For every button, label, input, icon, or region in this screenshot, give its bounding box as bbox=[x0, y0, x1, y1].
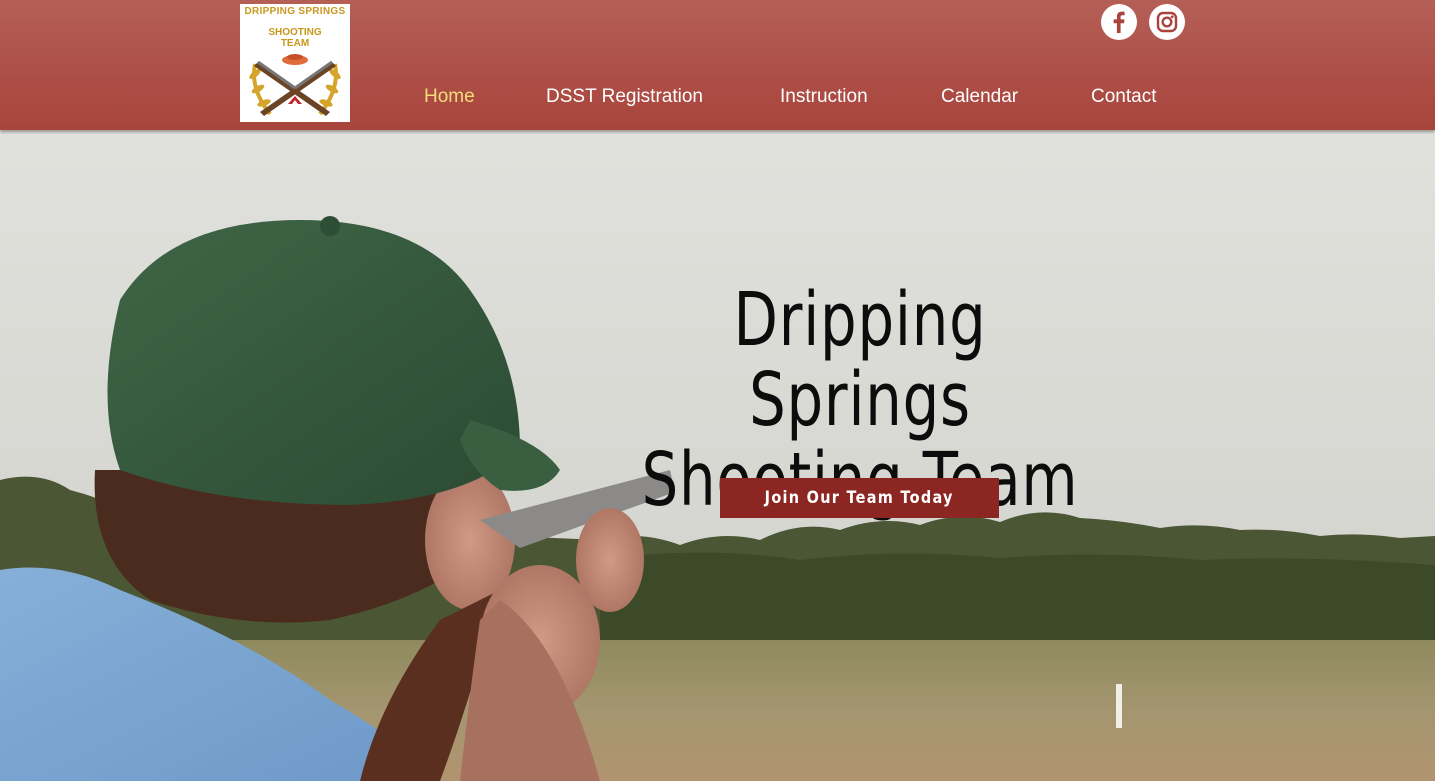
instagram-icon bbox=[1156, 11, 1178, 33]
crossed-shotguns-emblem bbox=[249, 54, 341, 116]
logo-text-middle: SHOOTING bbox=[268, 27, 322, 38]
logo-text-top: DRIPPING SPRINGS bbox=[244, 6, 346, 17]
facebook-link[interactable] bbox=[1101, 4, 1137, 40]
site-logo[interactable]: DRIPPING SPRINGS SHOOTING TEAM bbox=[240, 4, 350, 122]
logo-text-bottom: TEAM bbox=[280, 38, 310, 49]
nav-home[interactable]: Home bbox=[424, 86, 475, 108]
nav-instruction[interactable]: Instruction bbox=[780, 86, 868, 108]
instagram-link[interactable] bbox=[1149, 4, 1185, 40]
join-team-button-label: Join Our Team Today bbox=[764, 488, 955, 508]
page: DRIPPING SPRINGS SHOOTING TEAM Home DSST… bbox=[0, 0, 1435, 781]
nav-dsst-registration[interactable]: DSST Registration bbox=[546, 86, 703, 108]
facebook-icon bbox=[1113, 11, 1125, 33]
nav-contact[interactable]: Contact bbox=[1091, 86, 1156, 108]
nav-calendar[interactable]: Calendar bbox=[941, 86, 1018, 108]
join-team-button[interactable]: Join Our Team Today bbox=[720, 478, 999, 518]
hero-title-line-1: Dripping Springs bbox=[733, 277, 987, 443]
site-header: DRIPPING SPRINGS SHOOTING TEAM Home DSST… bbox=[0, 0, 1435, 130]
